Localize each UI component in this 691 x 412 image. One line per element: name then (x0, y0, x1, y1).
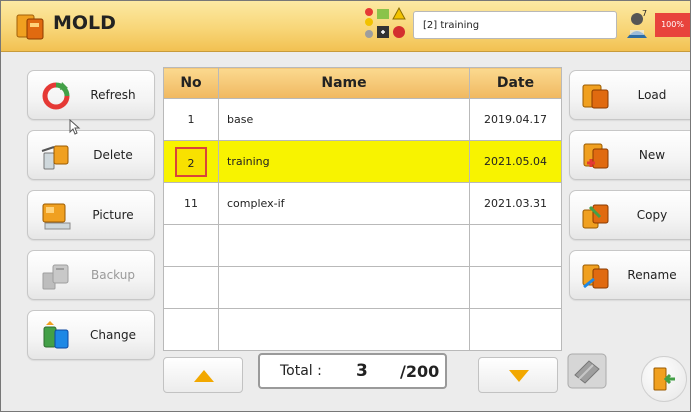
table-row-empty[interactable] (163, 224, 562, 267)
scroll-down-button[interactable] (478, 357, 558, 393)
copy-icon (582, 204, 609, 229)
arrow-up-icon (194, 370, 214, 382)
eraser-icon[interactable] (567, 353, 607, 389)
total-label: Total : (280, 363, 322, 379)
current-mold-display: [2] training (413, 11, 617, 39)
total-max: /200 (400, 362, 440, 381)
cell-no: 2 (163, 140, 219, 183)
user-level: 7 (642, 9, 648, 18)
load-button-label: Load (637, 88, 667, 102)
table-row-empty[interactable] (163, 308, 562, 351)
copy-button-label: Copy (636, 208, 668, 222)
new-icon (583, 143, 609, 169)
rename-button[interactable]: Rename (569, 250, 690, 300)
load-icon (582, 84, 609, 109)
cell-date: 2021.05.04 (469, 140, 562, 183)
load-button[interactable]: Load (569, 70, 690, 120)
new-button-label: New (638, 148, 666, 162)
cell-no: 11 (163, 182, 219, 225)
header-bar: MOLD [2] training 7 100% (1, 1, 690, 52)
refresh-icon (42, 82, 70, 110)
delete-button-label: Delete (93, 148, 133, 162)
cell-name (218, 224, 470, 267)
cell-name: base (218, 98, 470, 141)
cell-no (163, 224, 219, 267)
battery-indicator: 100% (655, 13, 690, 37)
delete-button[interactable]: Delete (27, 130, 155, 180)
cell-name (218, 308, 470, 351)
cell-date: 2019.04.17 (469, 98, 562, 141)
arrow-down-icon (509, 370, 529, 382)
table-row[interactable]: 1 base 2019.04.17 (163, 98, 562, 141)
change-button-label: Change (90, 328, 136, 342)
cell-date: 2021.03.31 (469, 182, 562, 225)
cell-name: complex-if (218, 182, 470, 225)
change-icon (43, 321, 69, 349)
user-icon[interactable] (625, 10, 651, 40)
status-icon-cluster (365, 6, 406, 38)
cell-date (469, 266, 562, 309)
picture-button-label: Picture (92, 208, 134, 222)
cell-name: training (218, 140, 470, 183)
mouse-cursor-icon (69, 119, 81, 135)
new-button[interactable]: New (569, 130, 690, 180)
page-title: MOLD (53, 12, 116, 34)
table-row-empty[interactable] (163, 266, 562, 309)
total-counter: Total : 3 /200 (258, 353, 447, 389)
copy-button[interactable]: Copy (569, 190, 690, 240)
delete-icon (41, 145, 69, 170)
cell-no: 1 (163, 98, 219, 141)
cell-no (163, 308, 219, 351)
backup-button[interactable]: Backup (27, 250, 155, 300)
scroll-up-button[interactable] (163, 357, 243, 393)
selected-no-marker: 2 (175, 146, 207, 177)
change-button[interactable]: Change (27, 310, 155, 360)
mold-table: No Name Date 1 base 2019.04.17 2 trainin… (163, 67, 562, 353)
cell-name (218, 266, 470, 309)
refresh-button-label: Refresh (90, 88, 136, 102)
picture-button[interactable]: Picture (27, 190, 155, 240)
rename-icon (582, 264, 609, 289)
table-row[interactable]: 11 complex-if 2021.03.31 (163, 182, 562, 225)
mold-icon (16, 14, 44, 40)
mold-screen: MOLD [2] training 7 100% Refresh Delete … (0, 0, 691, 412)
backup-button-label: Backup (91, 268, 135, 282)
rename-button-label: Rename (627, 268, 677, 282)
refresh-button[interactable]: Refresh (27, 70, 155, 120)
exit-door-icon (653, 367, 675, 391)
column-header-no[interactable]: No (163, 67, 219, 99)
backup-icon (42, 264, 69, 290)
column-header-name[interactable]: Name (218, 67, 470, 99)
table-header-row: No Name Date (163, 67, 562, 99)
column-header-date[interactable]: Date (469, 67, 562, 99)
exit-button[interactable] (641, 356, 687, 402)
cell-no (163, 266, 219, 309)
picture-icon (42, 203, 71, 230)
total-value: 3 (356, 361, 368, 381)
table-row-selected[interactable]: 2 training 2021.05.04 (163, 140, 562, 183)
cell-date (469, 308, 562, 351)
cell-date (469, 224, 562, 267)
